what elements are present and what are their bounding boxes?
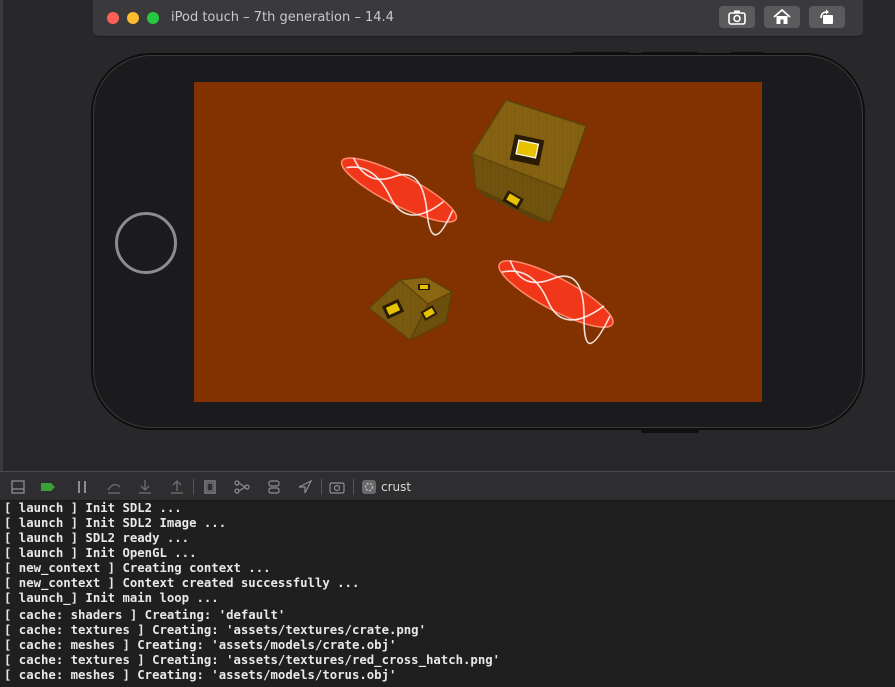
view-hierarchy-icon[interactable]: [202, 479, 218, 495]
close-window-button[interactable]: [107, 12, 119, 24]
toolbar-divider: [321, 479, 322, 495]
screenshot-button[interactable]: [719, 6, 755, 28]
process-icon: [361, 479, 377, 495]
minimize-window-button[interactable]: [127, 12, 139, 24]
maximize-window-button[interactable]: [147, 12, 159, 24]
debug-console[interactable]: [ launch ] Init SDL2 ... [ launch ] Init…: [0, 501, 895, 687]
log-line: [ cache: meshes ] Creating: 'assets/mode…: [4, 668, 397, 682]
log-line: [ launch ] SDL2 ready ...: [4, 531, 190, 545]
side-button: [641, 428, 699, 433]
memory-graph-icon[interactable]: [234, 479, 250, 495]
crate-object: [368, 276, 454, 342]
location-icon[interactable]: [297, 479, 313, 495]
hide-panel-icon[interactable]: [10, 479, 26, 495]
toolbar-divider: [353, 479, 354, 495]
log-line: [ cache: textures ] Creating: 'assets/te…: [4, 623, 426, 637]
camera-icon: [728, 10, 746, 25]
log-line: [ new_context ] Creating context ...: [4, 561, 271, 575]
log-line: [ new_context ] Context created successf…: [4, 576, 360, 590]
red-torus-object: [340, 157, 458, 236]
title-bar[interactable]: iPod touch – 7th generation – 14.4: [93, 0, 863, 37]
step-over-icon[interactable]: [106, 479, 122, 495]
game-scene: [340, 99, 614, 345]
log-line: [ cache: textures ] Creating: 'assets/te…: [4, 653, 501, 667]
pause-icon[interactable]: [74, 479, 90, 495]
home-button-toolbar[interactable]: [764, 6, 800, 28]
debug-toolbar: crust: [0, 471, 895, 501]
log-line: [ launch ] Init OpenGL ...: [4, 546, 197, 560]
red-torus-object: [498, 260, 614, 345]
rotate-button[interactable]: [809, 6, 845, 28]
simulator-window: iPod touch – 7th generation – 14.4: [0, 0, 895, 471]
step-into-icon[interactable]: [137, 479, 153, 495]
crate-object: [470, 99, 587, 224]
environment-overrides-icon[interactable]: [266, 479, 282, 495]
log-output: [ launch ] Init SDL2 ... [ launch ] Init…: [0, 501, 895, 683]
toolbar-divider: [193, 479, 194, 495]
window-title: iPod touch – 7th generation – 14.4: [171, 10, 394, 25]
breakpoint-icon[interactable]: [40, 479, 56, 495]
log-line: [ launch ] Init SDL2 Image ...: [4, 516, 227, 530]
log-line: [ cache: meshes ] Creating: 'assets/mode…: [4, 638, 397, 652]
window-edge: [0, 0, 3, 471]
rotate-icon: [820, 9, 833, 24]
log-line: [ launch ] Init SDL2 ...: [4, 501, 182, 515]
log-line: [ cache: shaders ] Creating: 'default': [4, 608, 286, 622]
step-out-icon[interactable]: [169, 479, 185, 495]
log-line: [ launch_] Init main loop ...: [4, 591, 219, 605]
camera-icon[interactable]: [329, 479, 345, 495]
home-icon: [773, 9, 791, 24]
process-name: crust: [381, 480, 412, 494]
device-screen[interactable]: [194, 82, 762, 402]
device-home-button[interactable]: [115, 212, 177, 274]
